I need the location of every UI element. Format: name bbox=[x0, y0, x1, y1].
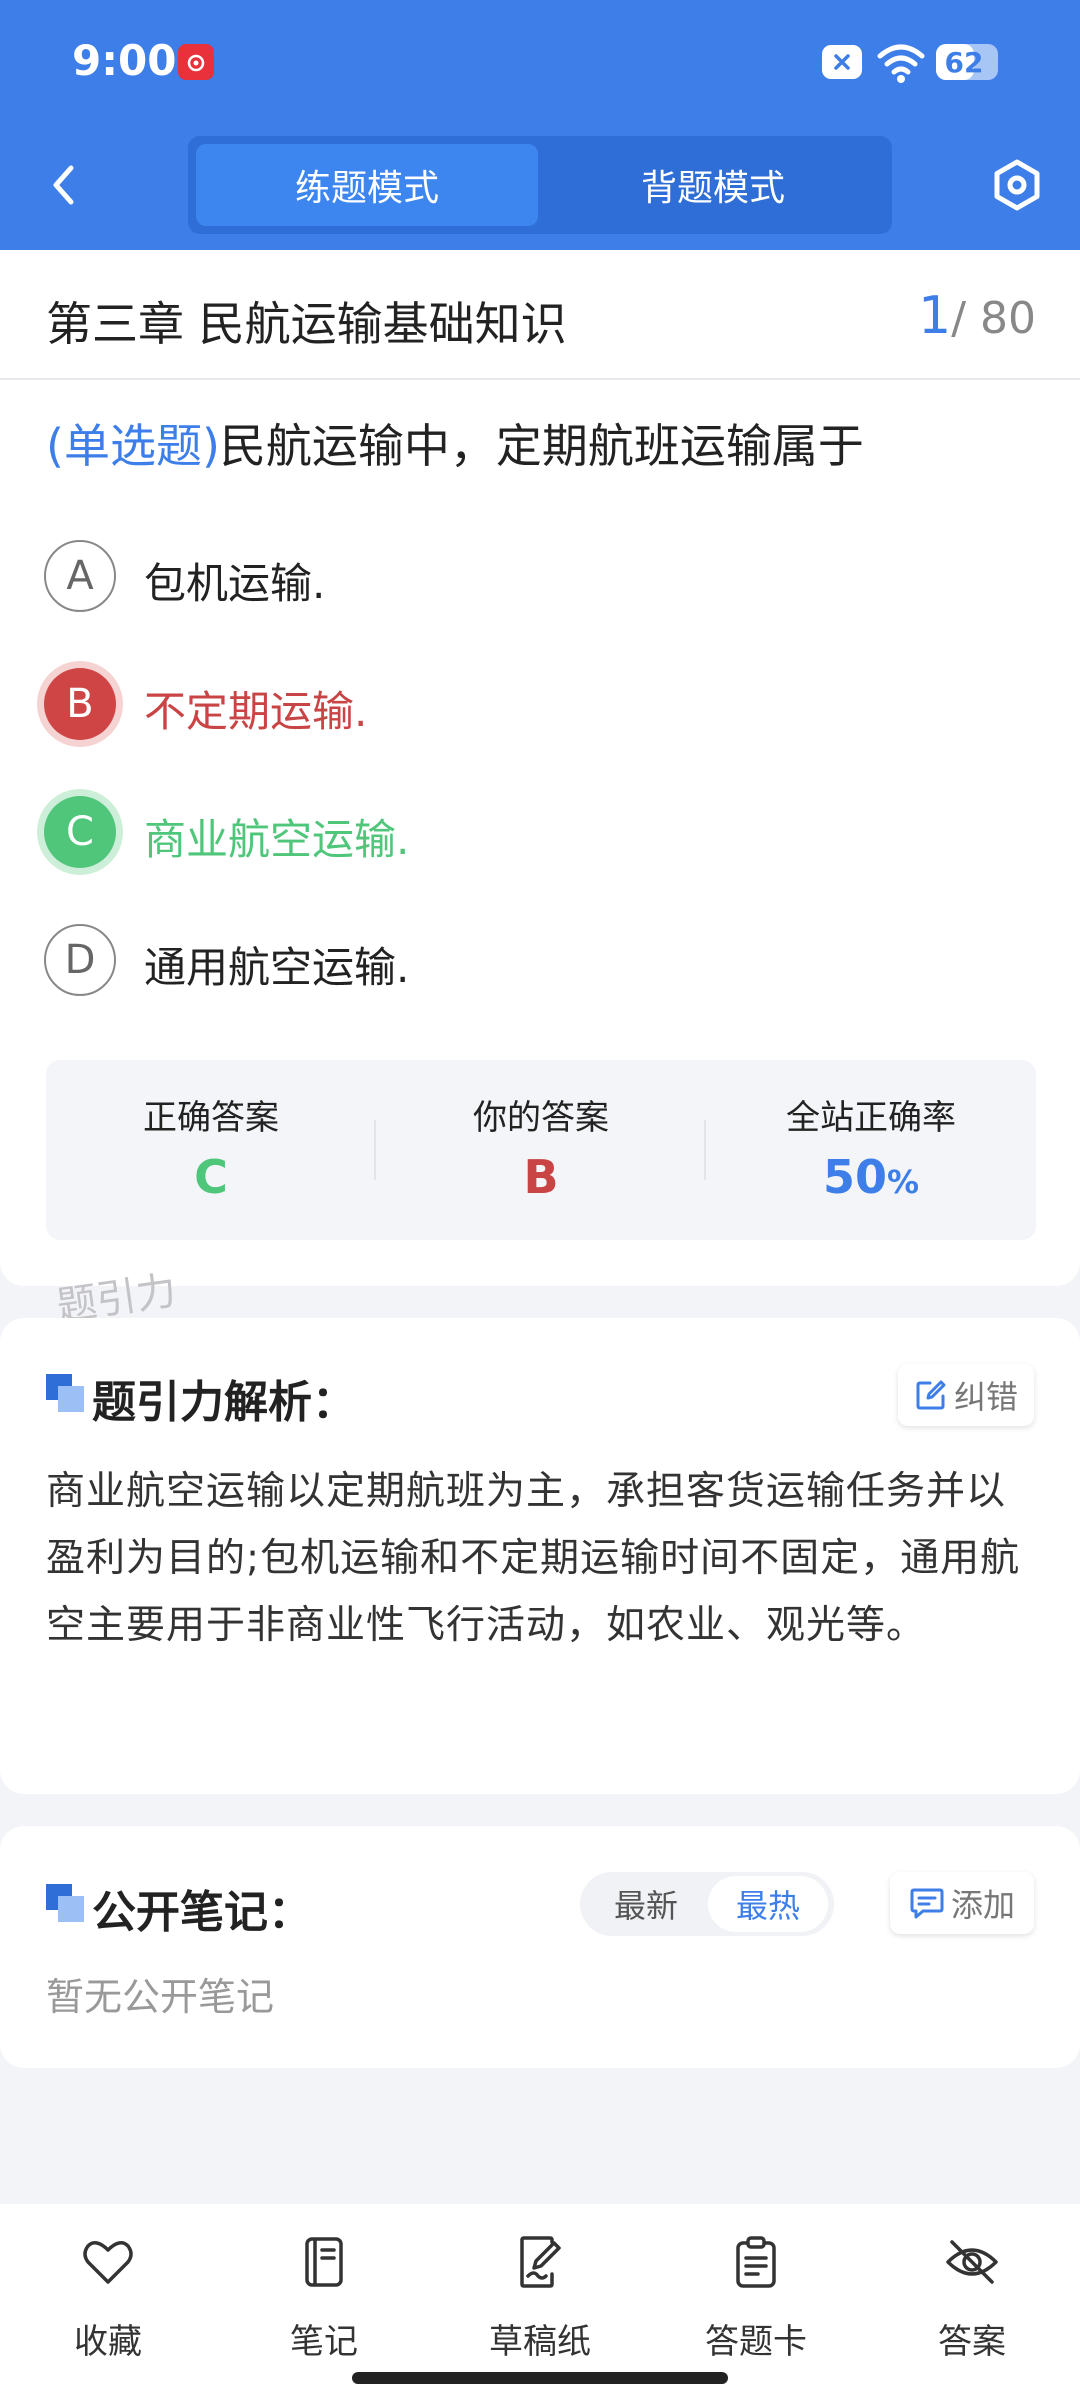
add-note-button[interactable]: 添加 bbox=[890, 1872, 1034, 1934]
tab-memorize-mode[interactable]: 背题模式 bbox=[542, 144, 884, 226]
notes-sort-toggle: 最新 最热 bbox=[580, 1872, 834, 1936]
option-c[interactable]: C 商业航空运输. bbox=[44, 792, 1024, 872]
answer-stats: 正确答案 C 你的答案 B 全站正确率 50% bbox=[46, 1060, 1036, 1240]
option-letter: D bbox=[44, 924, 116, 996]
comment-icon bbox=[910, 1888, 944, 1919]
nav-label: 答题卡 bbox=[705, 2322, 807, 2362]
stat-value: C bbox=[194, 1150, 228, 1204]
music-app-icon bbox=[178, 44, 214, 80]
option-text: 通用航空运输. bbox=[144, 943, 410, 992]
stat-label: 全站正确率 bbox=[786, 1098, 956, 1138]
notes-empty-text: 暂无公开笔记 bbox=[46, 1975, 275, 2019]
option-text: 不定期运输. bbox=[144, 687, 368, 736]
nav-favorite[interactable]: 收藏 bbox=[0, 2204, 216, 2400]
option-d[interactable]: D 通用航空运输. bbox=[44, 920, 1024, 1000]
chapter-bar: 第三章 民航运输基础知识 1/ 80 bbox=[0, 250, 1080, 380]
stat-accuracy-rate: 全站正确率 50% bbox=[706, 1060, 1036, 1240]
analysis-text: 商业航空运输以定期航班为主，承担客货运输任务并以盈利为目的;包机运输和不定期运输… bbox=[46, 1469, 1021, 1648]
question-progress: 1/ 80 bbox=[918, 286, 1036, 346]
status-time: 9:00 bbox=[72, 36, 177, 85]
question-card: (单选题)民航运输中，定期航班运输属于 A 包机运输. B 不定期运输. C 商… bbox=[0, 380, 1080, 1286]
progress-total: / 80 bbox=[951, 293, 1036, 344]
battery-level: 62 bbox=[944, 46, 984, 79]
nav-notes[interactable]: 笔记 bbox=[216, 2204, 432, 2400]
public-notes-card: 公开笔记： 最新 最热 添加 暂无公开笔记 bbox=[0, 1826, 1080, 2068]
option-b[interactable]: B 不定期运输. bbox=[44, 664, 1024, 744]
stat-label: 你的答案 bbox=[473, 1098, 609, 1138]
analysis-title: 题引力解析： bbox=[92, 1377, 356, 1428]
option-a[interactable]: A 包机运输. bbox=[44, 536, 1024, 616]
stat-label: 正确答案 bbox=[143, 1098, 279, 1138]
mode-switch: 练题模式 背题模式 bbox=[188, 136, 892, 234]
notes-title: 公开笔记： bbox=[92, 1887, 312, 1938]
nav-label: 笔记 bbox=[290, 2322, 358, 2362]
stat-correct-answer: 正确答案 C bbox=[46, 1060, 376, 1240]
back-arrow-icon[interactable] bbox=[40, 160, 90, 210]
question-type: (单选题) bbox=[46, 419, 220, 473]
draft-paper-icon bbox=[520, 2236, 561, 2288]
notebook-icon bbox=[305, 2237, 343, 2287]
rate-unit: % bbox=[886, 1163, 920, 1201]
question-stem: (单选题)民航运输中，定期航班运输属于 bbox=[46, 410, 864, 476]
report-error-button[interactable]: 纠错 bbox=[898, 1364, 1034, 1426]
option-text: 包机运输. bbox=[144, 559, 326, 608]
nav-answer-sheet[interactable]: 答题卡 bbox=[648, 2204, 864, 2400]
eye-off-icon bbox=[946, 2240, 998, 2284]
nav-label: 草稿纸 bbox=[489, 2322, 591, 2362]
settings-hexagon-icon[interactable] bbox=[990, 158, 1044, 212]
tab-practice-mode[interactable]: 练题模式 bbox=[196, 144, 538, 226]
clipboard-icon bbox=[736, 2236, 776, 2288]
home-indicator[interactable] bbox=[352, 2372, 728, 2384]
analysis-card: 题引力解析： 纠错 商业航空运输以定期航班为主，承担客货运输任务并以盈利为目的;… bbox=[0, 1318, 1080, 1794]
option-letter: B bbox=[44, 668, 116, 740]
stat-your-answer: 你的答案 B bbox=[376, 1060, 706, 1240]
battery-icon: 62 bbox=[936, 44, 998, 80]
sort-hottest[interactable]: 最热 bbox=[708, 1876, 828, 1932]
report-error-label: 纠错 bbox=[953, 1378, 1018, 1416]
stat-value: B bbox=[523, 1150, 559, 1204]
section-icon bbox=[46, 1884, 84, 1922]
nav-answer[interactable]: 答案 bbox=[864, 2204, 1080, 2400]
option-letter: C bbox=[44, 796, 116, 868]
bottom-nav: 收藏 笔记 草稿纸 答题卡 答案 bbox=[0, 2204, 1080, 2400]
heart-icon bbox=[83, 2241, 133, 2284]
option-text: 商业航空运输. bbox=[144, 815, 410, 864]
question-text: 民航运输中，定期航班运输属于 bbox=[219, 419, 864, 473]
chapter-title: 第三章 民航运输基础知识 bbox=[46, 297, 567, 351]
rate-number: 50 bbox=[822, 1150, 887, 1204]
sort-latest[interactable]: 最新 bbox=[586, 1876, 706, 1932]
wifi-icon bbox=[877, 44, 925, 83]
status-bar: 9:00 62 bbox=[0, 0, 1080, 125]
section-icon bbox=[46, 1374, 84, 1412]
nav-draft-paper[interactable]: 草稿纸 bbox=[432, 2204, 648, 2400]
top-header: 9:00 62 练题模式 背题模式 bbox=[0, 0, 1080, 250]
nav-label: 答案 bbox=[938, 2322, 1006, 2362]
nav-label: 收藏 bbox=[74, 2322, 142, 2362]
stat-value: 50% bbox=[706, 1150, 1036, 1204]
add-note-label: 添加 bbox=[950, 1886, 1015, 1924]
progress-current: 1 bbox=[918, 286, 952, 346]
option-letter: A bbox=[44, 540, 116, 612]
notification-mute-icon bbox=[822, 45, 862, 79]
edit-icon bbox=[916, 1380, 946, 1410]
